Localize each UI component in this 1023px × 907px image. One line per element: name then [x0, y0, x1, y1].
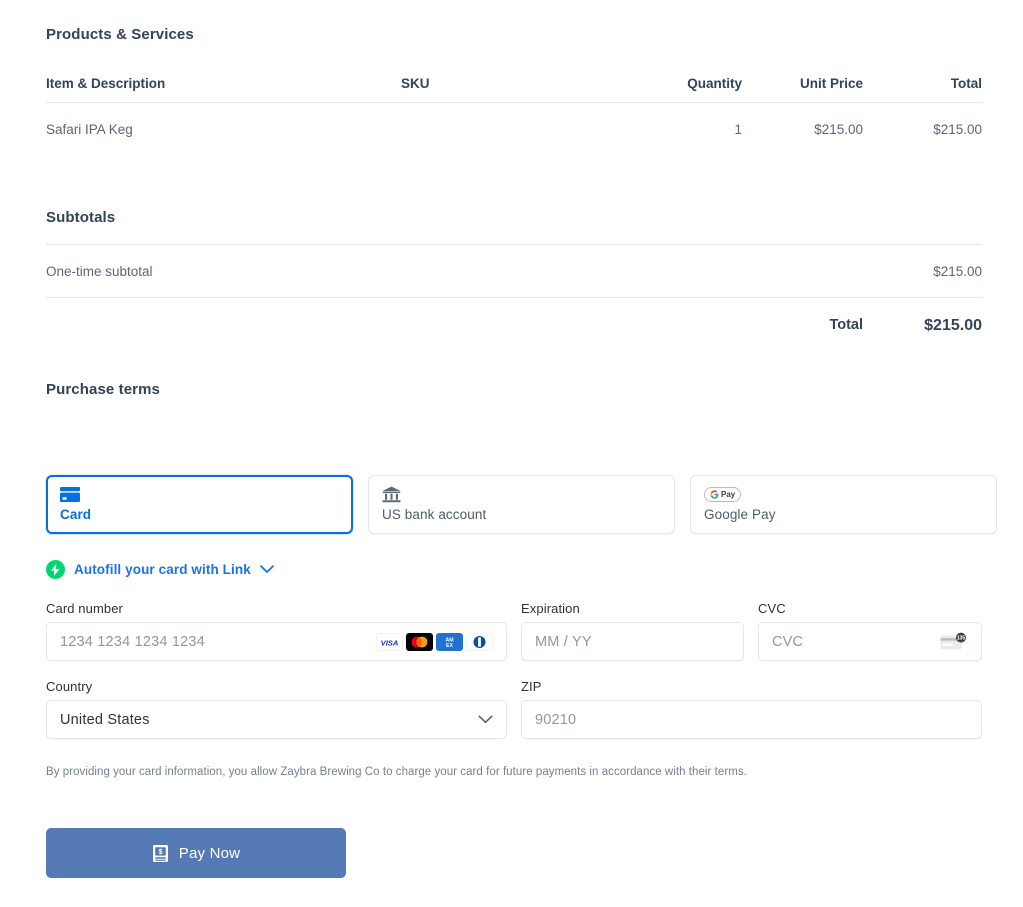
payment-tab-card[interactable]: Card [46, 475, 353, 534]
column-header-unit-price: Unit Price [799, 76, 863, 91]
payment-tab-us-bank-account[interactable]: US bank account [368, 475, 675, 534]
total-value: $215.00 [924, 317, 982, 334]
card-brand-icons: VISA AM EX [376, 632, 493, 651]
country-select[interactable]: United States [46, 700, 507, 739]
total-row: Total $215.00 [46, 298, 982, 335]
card-number-field: Card number 1234 1234 1234 1234 VISA AM [46, 601, 507, 661]
products-services-heading: Products & Services [46, 26, 194, 43]
cvc-input[interactable]: CVC 135 [758, 622, 982, 661]
link-bolt-icon [46, 560, 65, 579]
card-number-input-value: 1234 1234 1234 1234 [60, 633, 205, 650]
credit-card-icon [60, 485, 339, 504]
cvc-icon-digits: 135 [957, 636, 966, 642]
chevron-down-icon [478, 715, 493, 724]
bank-icon [382, 485, 661, 504]
purchase-terms-heading: Purchase terms [46, 381, 160, 398]
expiration-field: Expiration MM / YY [521, 601, 744, 661]
zip-input-value: 90210 [535, 711, 577, 728]
country-label: Country [46, 679, 93, 694]
zip-field: ZIP 90210 [521, 679, 982, 739]
pay-now-button-label: Pay Now [178, 844, 241, 862]
country-field: Country United States [46, 679, 507, 739]
payment-tab-google-pay-label: Google Pay [704, 507, 776, 522]
card-number-input[interactable]: 1234 1234 1234 1234 VISA AM EX [46, 622, 507, 661]
payment-tab-google-pay[interactable]: Pay Google Pay [690, 475, 997, 534]
cvc-input-value: CVC [772, 633, 804, 650]
cvc-field: CVC CVC 135 [758, 601, 982, 661]
products-table-header-row: Item & Description SKU Quantity Unit Pri… [46, 76, 982, 103]
cell-quantity: 1 [734, 122, 742, 137]
expiration-input[interactable]: MM / YY [521, 622, 744, 661]
column-header-item: Item & Description [46, 76, 166, 91]
svg-text:EX: EX [446, 643, 453, 649]
cell-total: $215.00 [933, 122, 982, 137]
diners-club-icon [466, 632, 493, 651]
payment-tab-us-bank-account-label: US bank account [382, 507, 487, 522]
subtotal-label: One-time subtotal [46, 264, 153, 279]
visa-icon: VISA [376, 632, 403, 651]
subtotals-heading: Subtotals [46, 209, 116, 226]
google-pay-badge: Pay [704, 487, 742, 502]
chevron-down-icon[interactable] [259, 565, 274, 574]
table-row: Safari IPA Keg 1 $215.00 $215.00 [46, 103, 982, 137]
autofill-with-link-label: Autofill your card with Link [74, 562, 251, 577]
cell-sku [401, 122, 597, 137]
subtotal-value: $215.00 [933, 264, 982, 279]
pay-now-button[interactable]: $ Pay Now [46, 828, 346, 878]
card-number-label: Card number [46, 601, 123, 616]
payment-tab-card-label: Card [60, 507, 92, 522]
mastercard-icon [406, 632, 433, 651]
google-pay-icon: Pay [704, 485, 983, 504]
cvc-label: CVC [758, 601, 786, 616]
column-header-total: Total [950, 76, 982, 91]
svg-text:$: $ [158, 847, 162, 856]
column-header-sku: SKU [401, 76, 430, 91]
svg-text:VISA: VISA [381, 638, 399, 647]
amex-icon: AM EX [436, 632, 463, 651]
card-disclaimer-text: By providing your card information, you … [46, 766, 747, 778]
cell-unit-price: $215.00 [814, 122, 863, 137]
autofill-with-link-row[interactable]: Autofill your card with Link [46, 560, 274, 579]
receipt-dollar-icon: $ [152, 844, 169, 863]
zip-input[interactable]: 90210 [521, 700, 982, 739]
cvc-card-icon: 135 [940, 632, 968, 651]
column-header-quantity: Quantity [687, 76, 742, 91]
google-pay-badge-text: Pay [721, 490, 736, 499]
checkout-page: Products & Services Item & Description S… [0, 0, 1023, 907]
country-select-value: United States [60, 711, 150, 728]
expiration-label: Expiration [521, 601, 580, 616]
expiration-input-value: MM / YY [535, 633, 592, 650]
cell-item: Safari IPA Keg [46, 122, 133, 137]
subtotals-table: One-time subtotal $215.00 Total $215.00 [46, 244, 982, 335]
products-table: Item & Description SKU Quantity Unit Pri… [46, 76, 982, 137]
payment-method-tabs: Card US bank account Pay Google Pay [46, 475, 997, 534]
zip-label: ZIP [521, 679, 542, 694]
total-label: Total [829, 317, 863, 333]
subtotal-row: One-time subtotal $215.00 [46, 245, 982, 297]
